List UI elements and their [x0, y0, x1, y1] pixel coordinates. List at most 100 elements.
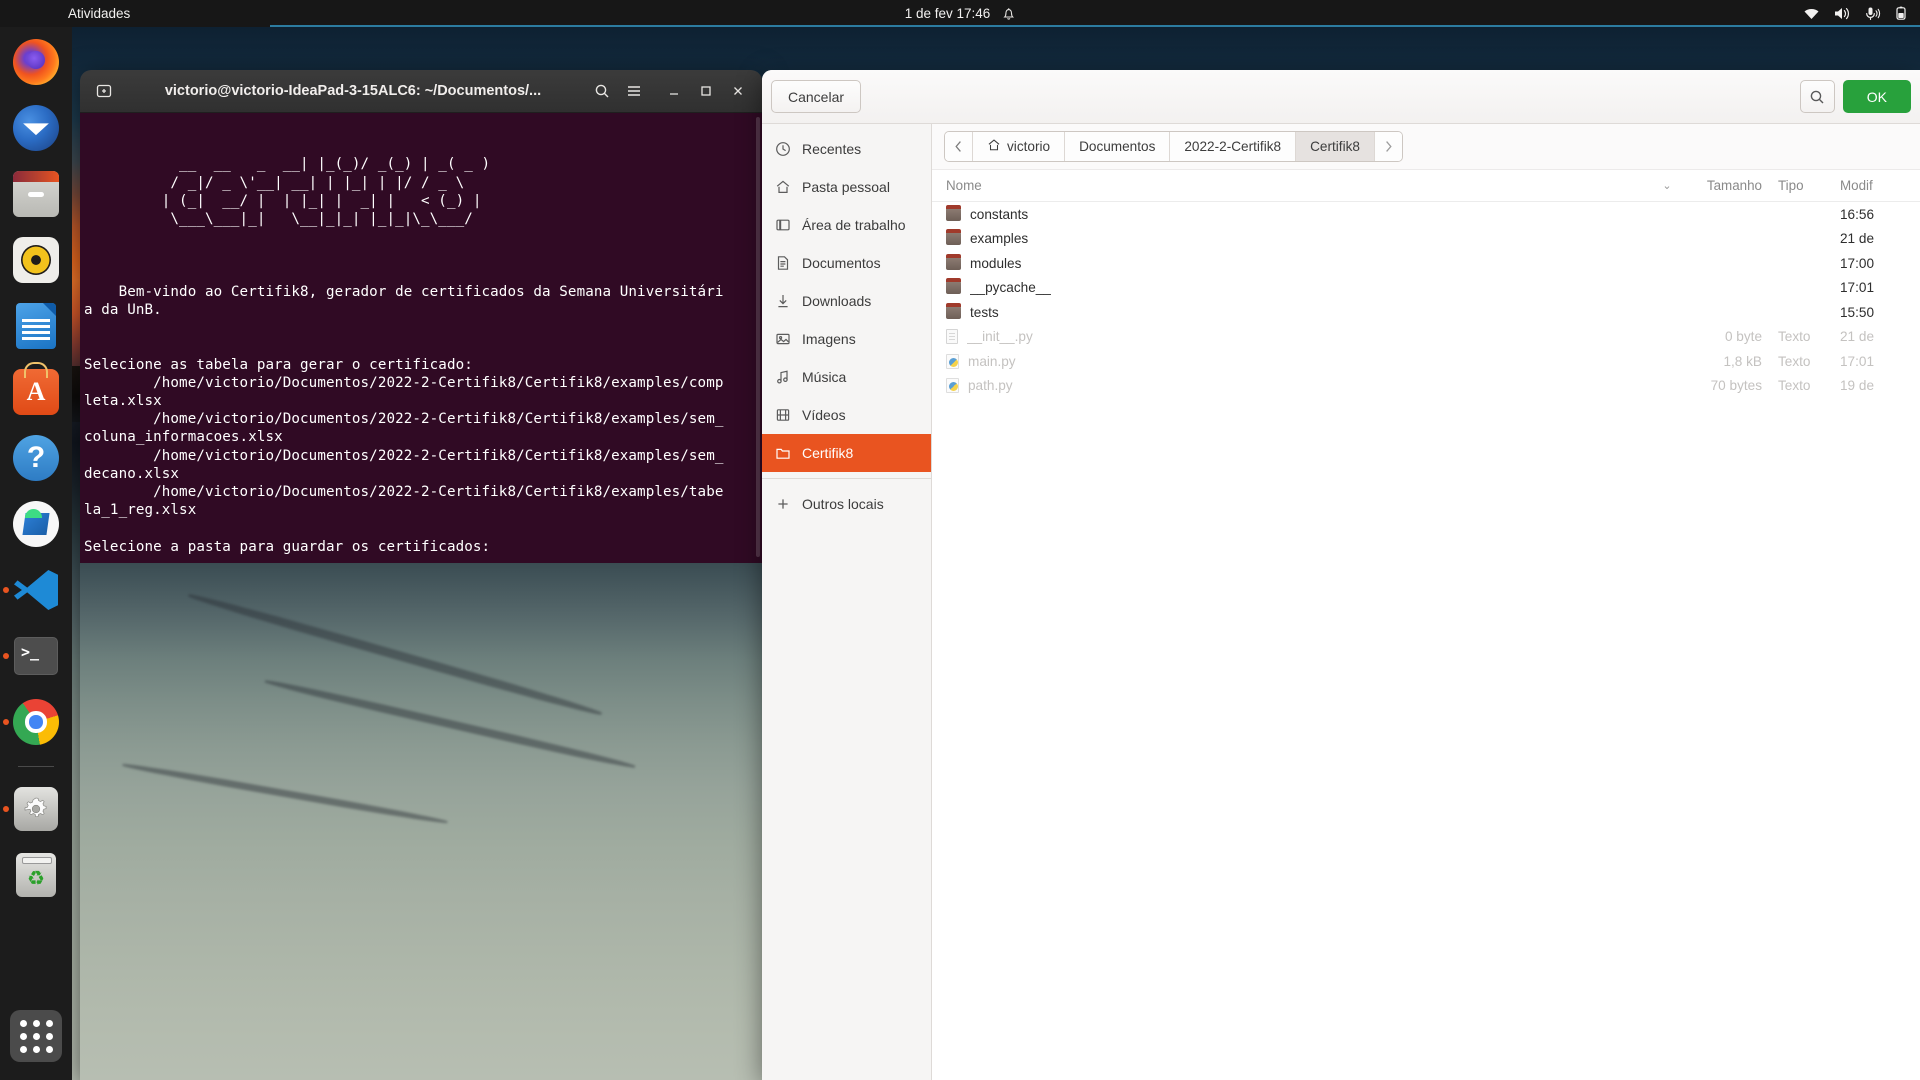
- file-type-cell: Texto: [1778, 353, 1811, 369]
- file-name-cell: path.py: [932, 378, 1654, 394]
- column-headers: Nome ⌄ Tamanho Tipo Modif: [932, 170, 1920, 202]
- system-status-menu[interactable]: [1803, 6, 1908, 21]
- dialog-header: Cancelar OK: [762, 70, 1920, 124]
- file-name-label: main.py: [968, 353, 1016, 369]
- column-header-name[interactable]: Nome: [932, 178, 1654, 193]
- sidebar-item-documentos[interactable]: Documentos: [762, 244, 931, 282]
- file-name-label: __pycache__: [970, 280, 1051, 296]
- sidebar-item-musica[interactable]: Música: [762, 358, 931, 396]
- terminal-titlebar[interactable]: victorio@victorio-IdeaPad-3-15ALC6: ~/Do…: [80, 70, 762, 113]
- table-row[interactable]: examples 21 de: [932, 227, 1920, 252]
- dock-item-terminal[interactable]: [3, 630, 62, 682]
- breadcrumb-item-victorio[interactable]: victorio: [973, 132, 1066, 161]
- cancel-button[interactable]: Cancelar: [771, 80, 862, 113]
- column-header-type[interactable]: Tipo: [1762, 178, 1824, 193]
- file-modified-cell: 17:00: [1840, 255, 1875, 271]
- sidebar-item-label: Área de trabalho: [802, 217, 906, 233]
- folder-icon: [946, 278, 961, 295]
- close-icon[interactable]: [722, 76, 754, 106]
- dock-item-android-studio[interactable]: [10, 498, 62, 550]
- clock-label: 1 de fev 17:46: [904, 6, 991, 21]
- file-list[interactable]: constants 16:56 examples 21 de modules 17:00 _…: [932, 202, 1920, 1080]
- sidebar-item-downloads[interactable]: Downloads: [762, 282, 931, 320]
- file-name-cell: main.py: [932, 353, 1654, 369]
- ok-button[interactable]: OK: [1842, 80, 1911, 113]
- new-tab-icon[interactable]: [88, 76, 120, 106]
- sidebar-separator: [762, 478, 931, 479]
- dock-item-chrome[interactable]: [3, 696, 62, 748]
- dock: ? ♻: [0, 27, 72, 1080]
- activities-button[interactable]: Atividades: [58, 0, 140, 27]
- clock-menu[interactable]: 1 de fev 17:46: [905, 6, 1016, 21]
- sidebar-item-label: Documentos: [802, 255, 881, 271]
- sidebar-item-label: Imagens: [802, 331, 856, 347]
- topbar-accent-line: [270, 25, 1920, 27]
- table-row[interactable]: modules 17:00: [932, 251, 1920, 276]
- sidebar-item-imagens[interactable]: Imagens: [762, 320, 931, 358]
- dock-item-libreoffice-writer[interactable]: [10, 300, 62, 352]
- sidebar-item-outros-locais[interactable]: Outros locais: [762, 485, 931, 523]
- column-header-modified[interactable]: Modif: [1824, 178, 1910, 193]
- dock-item-ubuntu-software[interactable]: [10, 366, 62, 418]
- file-chooser-dialog: Cancelar OK Recentes Pasta pessoal Área …: [762, 70, 1920, 1080]
- dock-item-vscode[interactable]: [3, 564, 62, 616]
- recycle-icon: ♻: [27, 867, 45, 890]
- file-type-cell: Texto: [1778, 378, 1811, 394]
- file-modified-cell: 21 de: [1840, 231, 1875, 247]
- file-name-cell: __init__.py: [932, 329, 1654, 345]
- maximize-icon[interactable]: [690, 76, 722, 106]
- terminal-output-area[interactable]: __ __ _ __| |_(_)/ _(_) | _( _ ) / _|/ _…: [80, 113, 762, 563]
- top-bar: Atividades 1 de fev 17:46: [0, 0, 1920, 27]
- file-name-cell: modules: [932, 253, 1654, 271]
- search-icon[interactable]: [586, 76, 618, 106]
- search-icon[interactable]: [1799, 80, 1835, 113]
- breadcrumb-forward-icon[interactable]: [1374, 132, 1402, 161]
- sidebar-item-area-de-trabalho[interactable]: Área de trabalho: [762, 206, 931, 244]
- dock-item-settings[interactable]: [3, 783, 62, 835]
- breadcrumb-group: victorio Documentos 2022-2-Certifik8 Cer…: [944, 131, 1403, 162]
- chevron-down-icon[interactable]: ⌄: [1654, 179, 1680, 192]
- microphone-icon: [1864, 6, 1881, 21]
- dock-item-firefox[interactable]: [10, 36, 62, 88]
- sidebar-item-label: Outros locais: [802, 496, 884, 512]
- folder-icon: [946, 204, 961, 221]
- file-name-label: examples: [970, 231, 1029, 247]
- table-row[interactable]: __pycache__ 17:01: [932, 276, 1920, 301]
- file-name-label: __init__.py: [967, 329, 1033, 345]
- table-row[interactable]: constants 16:56: [932, 202, 1920, 227]
- breadcrumb-item-2022-2-certifik8[interactable]: 2022-2-Certifik8: [1170, 132, 1297, 161]
- dock-item-trash[interactable]: ♻: [10, 849, 62, 901]
- breadcrumb-item-documentos[interactable]: Documentos: [1065, 132, 1171, 161]
- table-row: __init__.py 0 byte Texto 21 de: [932, 325, 1920, 350]
- column-header-size[interactable]: Tamanho: [1680, 178, 1762, 193]
- show-applications-button[interactable]: [10, 1010, 62, 1062]
- breadcrumb-label: victorio: [1007, 139, 1051, 154]
- dock-item-rhythmbox[interactable]: [10, 234, 62, 286]
- python-file-icon: [946, 378, 959, 394]
- file-name-label: modules: [970, 255, 1022, 271]
- sidebar-item-label: Recentes: [802, 141, 862, 157]
- table-row[interactable]: tests 15:50: [932, 300, 1920, 325]
- dock-item-help[interactable]: ?: [10, 432, 62, 484]
- minimize-icon[interactable]: [658, 76, 690, 106]
- file-modified-cell: 16:56: [1840, 206, 1875, 222]
- text-file-icon: [946, 329, 958, 345]
- running-indicator: [3, 653, 9, 659]
- sidebar-item-recentes[interactable]: Recentes: [762, 130, 931, 168]
- file-modified-cell: 21 de: [1840, 329, 1875, 345]
- dock-item-files[interactable]: [10, 168, 62, 220]
- folder-icon: [946, 253, 961, 270]
- hamburger-menu-icon[interactable]: [618, 76, 650, 106]
- breadcrumb-item-certifik8[interactable]: Certifik8: [1296, 132, 1375, 161]
- breadcrumb-back-icon[interactable]: [945, 132, 973, 161]
- home-icon: [987, 138, 1001, 155]
- file-modified-cell: 19 de: [1840, 378, 1875, 394]
- file-size-cell: 0 byte: [1724, 329, 1762, 345]
- sidebar-item-label: Certifik8: [802, 445, 854, 461]
- terminal-scrollbar[interactable]: [756, 117, 760, 557]
- file-modified-cell: 15:50: [1840, 304, 1875, 320]
- sidebar-item-pasta-pessoal[interactable]: Pasta pessoal: [762, 168, 931, 206]
- sidebar-item-videos[interactable]: Vídeos: [762, 396, 931, 434]
- dock-item-thunderbird[interactable]: [10, 102, 62, 154]
- sidebar-item-certifik8[interactable]: Certifik8: [762, 434, 931, 472]
